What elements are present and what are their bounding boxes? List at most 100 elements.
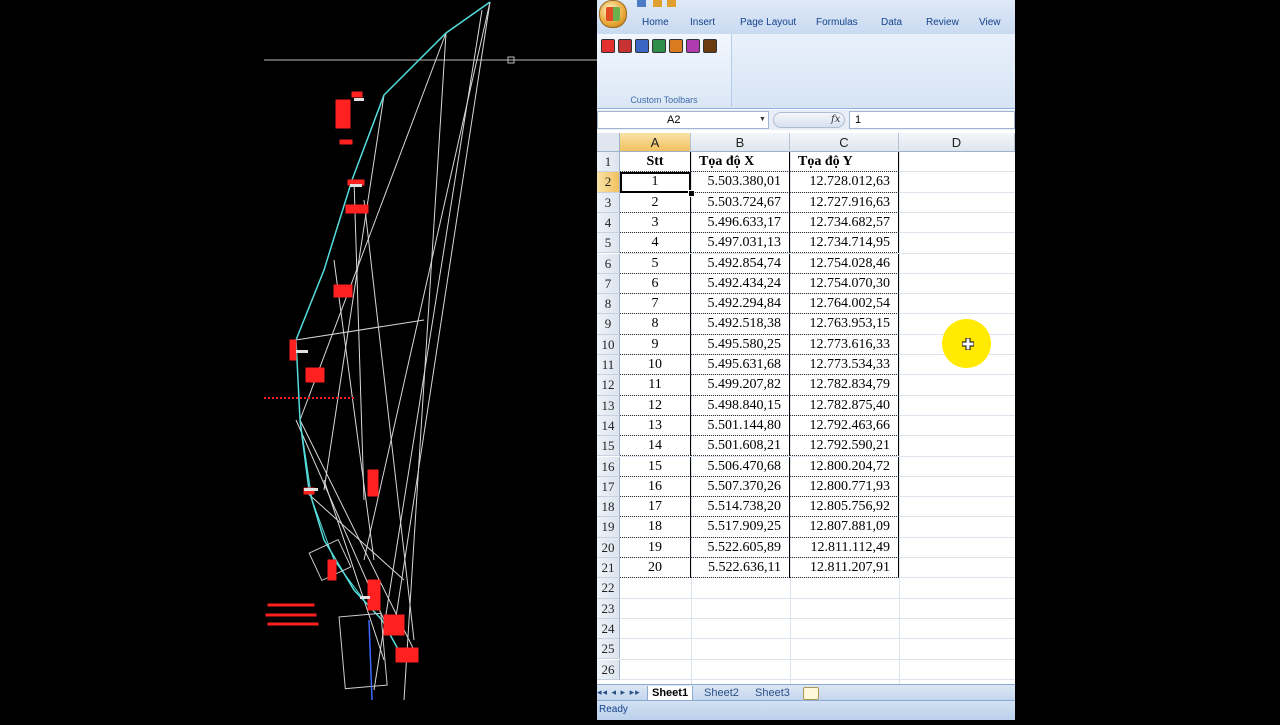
name-box[interactable]: A2	[597, 111, 769, 129]
formula-input[interactable]: 1	[849, 111, 1015, 129]
custom-toolbar-icon[interactable]	[635, 39, 649, 53]
custom-toolbar-icon[interactable]	[652, 39, 666, 53]
worksheet-grid[interactable]: A B C D 1 2 3 4 5 6 7 8 9 10 11 12 13 14 15 16 17 18 19 20 21 22 2…	[597, 133, 1015, 684]
row-header[interactable]: 6	[597, 253, 620, 274]
column-header[interactable]: B	[691, 133, 790, 152]
table-cell[interactable]: 12.734.714,95	[790, 233, 899, 254]
table-cell[interactable]: 15	[620, 456, 691, 477]
table-cell[interactable]: 12.734.682,57	[790, 212, 899, 234]
row-header[interactable]: 9	[597, 314, 620, 335]
row-header[interactable]: 23	[597, 598, 620, 619]
custom-toolbar-icon[interactable]	[686, 39, 700, 53]
custom-toolbar-icon[interactable]	[618, 39, 632, 53]
table-cell[interactable]: 5.492.294,84	[691, 294, 790, 315]
table-cell[interactable]: 5.522.636,11	[691, 558, 790, 579]
tab-formulas[interactable]: Formulas	[816, 17, 858, 28]
table-cell[interactable]: 18	[620, 517, 691, 538]
row-header[interactable]: 3	[597, 192, 620, 213]
table-cell[interactable]: 5.507.370,26	[691, 476, 790, 498]
column-header[interactable]: D	[899, 133, 1015, 152]
table-cell[interactable]: 11	[620, 375, 691, 396]
column-header[interactable]: C	[790, 133, 899, 152]
undo-icon[interactable]	[653, 0, 662, 7]
save-icon[interactable]	[637, 0, 646, 7]
table-cell[interactable]: 5.492.434,24	[691, 273, 790, 295]
cad-drawing-viewport[interactable]	[264, 0, 597, 720]
row-header[interactable]: 2	[597, 172, 620, 193]
table-cell[interactable]: 12.782.875,40	[790, 395, 899, 416]
row-header[interactable]: 1	[597, 152, 620, 173]
table-cell[interactable]: 12.763.953,15	[790, 314, 899, 335]
table-cell[interactable]: 3	[620, 212, 691, 234]
tab-insert[interactable]: Insert	[690, 17, 715, 28]
table-cell[interactable]: 12.792.463,66	[790, 415, 899, 437]
table-cell[interactable]: 7	[620, 294, 691, 315]
table-cell[interactable]: 5.495.580,25	[691, 334, 790, 355]
table-cell[interactable]: 5.497.031,13	[691, 233, 790, 254]
table-cell[interactable]: 4	[620, 233, 691, 254]
row-header[interactable]: 13	[597, 395, 620, 416]
table-cell[interactable]: 12.773.534,33	[790, 355, 899, 376]
table-cell[interactable]: 5.517.909,25	[691, 517, 790, 538]
table-cell[interactable]: 12.764.002,54	[790, 294, 899, 315]
chevron-down-icon[interactable]: ▼	[759, 116, 766, 123]
row-header[interactable]: 19	[597, 517, 620, 538]
table-header-cell[interactable]: Tọa độ X	[691, 152, 790, 173]
tab-data[interactable]: Data	[881, 17, 902, 28]
table-cell[interactable]: 12.807.881,09	[790, 517, 899, 538]
table-cell[interactable]: 14	[620, 436, 691, 457]
table-header-cell[interactable]: Stt	[620, 152, 691, 173]
table-cell[interactable]: 12.754.070,30	[790, 273, 899, 295]
custom-toolbar-icon[interactable]	[703, 39, 717, 53]
table-cell[interactable]: 5.498.840,15	[691, 395, 790, 416]
table-cell[interactable]: 12.754.028,46	[790, 253, 899, 274]
table-cell[interactable]: 5.522.605,89	[691, 537, 790, 558]
table-cell[interactable]: 5.492.854,74	[691, 253, 790, 274]
table-cell[interactable]: 5.495.631,68	[691, 355, 790, 376]
row-header[interactable]: 12	[597, 375, 620, 396]
table-header-cell[interactable]: Tọa độ Y	[790, 152, 899, 173]
custom-toolbar-icon[interactable]	[601, 39, 615, 53]
table-cell[interactable]: 5.506.470,68	[691, 456, 790, 477]
table-cell[interactable]: 5.496.633,17	[691, 212, 790, 234]
row-header[interactable]: 21	[597, 558, 620, 579]
fill-handle[interactable]	[688, 189, 695, 197]
table-cell[interactable]: 5.514.738,20	[691, 497, 790, 518]
tab-page-layout[interactable]: Page Layout	[740, 17, 796, 28]
table-cell[interactable]: 5.503.724,67	[691, 192, 790, 213]
row-header[interactable]: 8	[597, 294, 620, 315]
tab-view[interactable]: View	[979, 17, 1001, 28]
table-cell[interactable]: 13	[620, 415, 691, 437]
sheet-nav-arrows[interactable]: ◂◂ ◂ ▸ ▸▸	[597, 687, 641, 698]
table-cell[interactable]: 2	[620, 192, 691, 213]
row-header[interactable]: 14	[597, 415, 620, 437]
row-header[interactable]: 5	[597, 233, 620, 254]
table-cell[interactable]: 12.800.204,72	[790, 456, 899, 477]
row-header[interactable]: 15	[597, 436, 620, 457]
tab-review[interactable]: Review	[926, 17, 959, 28]
table-cell[interactable]: 5.501.144,80	[691, 415, 790, 437]
table-cell[interactable]: 20	[620, 558, 691, 579]
table-cell[interactable]: 12.773.616,33	[790, 334, 899, 355]
row-header[interactable]: 20	[597, 537, 620, 558]
table-cell[interactable]: 17	[620, 497, 691, 518]
tab-home[interactable]: Home	[642, 17, 669, 28]
redo-icon[interactable]	[667, 0, 676, 7]
select-all-corner[interactable]	[597, 133, 620, 152]
row-header[interactable]: 17	[597, 476, 620, 498]
table-cell[interactable]: 16	[620, 476, 691, 498]
sheet-tab-1[interactable]: Sheet1	[647, 686, 694, 701]
quick-access-toolbar[interactable]	[635, 0, 735, 8]
table-cell[interactable]: 6	[620, 273, 691, 295]
table-cell[interactable]: 5.492.518,38	[691, 314, 790, 335]
table-cell[interactable]: 19	[620, 537, 691, 558]
table-cell[interactable]: 12	[620, 395, 691, 416]
table-cell[interactable]: 12.782.834,79	[790, 375, 899, 396]
table-cell[interactable]: 5.503.380,01	[691, 172, 790, 193]
table-cell[interactable]: 12.792.590,21	[790, 436, 899, 457]
row-header[interactable]: 25	[597, 639, 620, 660]
table-cell[interactable]: 5.499.207,82	[691, 375, 790, 396]
row-header[interactable]: 7	[597, 273, 620, 295]
row-header[interactable]: 22	[597, 578, 620, 599]
table-cell[interactable]: 12.727.916,63	[790, 192, 899, 213]
